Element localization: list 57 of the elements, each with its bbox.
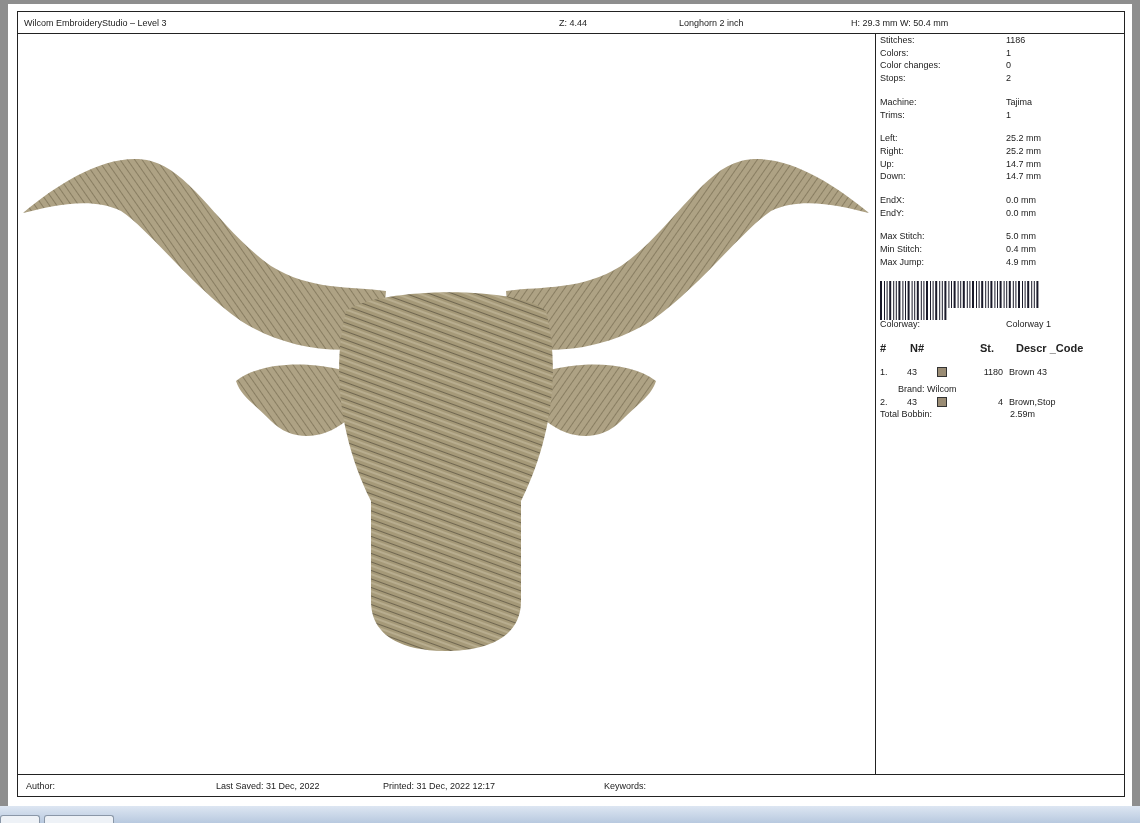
thread-number: 43: [907, 395, 918, 408]
stat-label: EndY:: [880, 206, 906, 220]
stat-label: Stops:: [880, 72, 907, 85]
stat-value: 5.0 mm: [1006, 230, 1037, 244]
taskbar-button[interactable]: [0, 815, 40, 823]
stat-label: Max Stitch:: [880, 230, 926, 244]
thread-number: 43: [907, 365, 918, 378]
stat-value: 14.7 mm: [1006, 157, 1042, 171]
stat-value: 4.9 mm: [1006, 255, 1037, 269]
stat-value: 14.7 mm: [1006, 170, 1042, 184]
thread-description: Brown 43: [1008, 365, 1049, 378]
stitch-count: 4: [997, 395, 1003, 408]
stat-value: Tajima: [1006, 95, 1033, 109]
stat-value: 2: [1006, 72, 1012, 85]
stat-label: Max Jump:: [880, 255, 925, 269]
stat-label: Right:: [880, 144, 905, 158]
column-header: Descr _Code: [1016, 341, 1085, 354]
column-header: St.: [980, 341, 996, 354]
printed-date: Printed: 31 Dec, 2022 12:17: [383, 780, 497, 791]
design-name: Longhorn 2 inch: [679, 17, 745, 28]
stat-value: 0.0 mm: [1006, 194, 1037, 207]
stat-label: Up:: [880, 157, 895, 171]
stat-label: Min Stitch:: [880, 243, 923, 256]
column-header: #: [880, 341, 888, 354]
total-bobbin-label: Total Bobbin:: [880, 407, 934, 420]
colorway-label: Colorway:: [880, 317, 921, 330]
stat-value: 0: [1006, 59, 1012, 73]
stat-value: 1186: [1006, 34, 1027, 47]
stat-value: 1: [1006, 108, 1012, 122]
stat-value: 0.0 mm: [1006, 206, 1037, 220]
stat-label: Left:: [880, 132, 899, 145]
last-saved: Last Saved: 31 Dec, 2022: [216, 780, 321, 791]
stat-label: EndX:: [880, 194, 906, 207]
colorway-value: Colorway 1: [1006, 317, 1053, 330]
column-header: N#: [910, 341, 926, 354]
stat-value: 25.2 mm: [1006, 132, 1042, 145]
stat-value: 25.2 mm: [1006, 144, 1042, 158]
stat-label: Color changes:: [880, 59, 942, 73]
brand-label: Brand: Wilcom: [897, 383, 957, 394]
app-title: Wilcom EmbroideryStudio – Level 3: [24, 17, 168, 28]
zoom-level: Z: 4.44: [559, 17, 588, 28]
taskbar-button[interactable]: [44, 815, 114, 823]
stitch-count: 1180: [982, 365, 1003, 378]
row-index: 1.: [880, 365, 889, 378]
row-index: 2.: [880, 395, 889, 408]
stat-label: Down:: [880, 170, 907, 184]
keywords-label: Keywords:: [604, 780, 648, 791]
design-size: H: 29.3 mm W: 50.4 mm: [851, 17, 950, 28]
stat-value: 1: [1006, 46, 1012, 60]
stat-value: 0.4 mm: [1006, 243, 1037, 256]
stat-label: Machine:: [880, 95, 918, 109]
author-label: Author:: [26, 780, 57, 791]
thread-description: Brown,Stop: [1008, 395, 1057, 408]
total-bobbin-value: 2.59m: [1010, 407, 1036, 420]
stat-label: Colors:: [880, 46, 910, 60]
stat-label: Stitches:: [880, 34, 916, 47]
stat-label: Trims:: [880, 108, 906, 122]
